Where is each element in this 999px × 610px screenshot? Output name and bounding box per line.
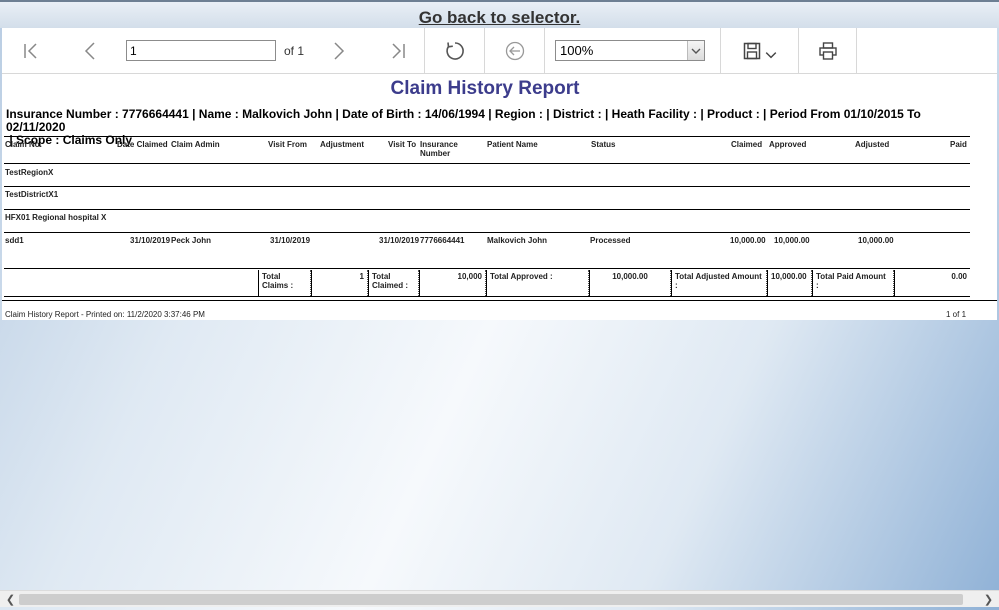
total-claims-value: 1 xyxy=(311,270,368,296)
row-patient-name: Malkovich John xyxy=(487,236,548,245)
zoom-select[interactable]: 100% xyxy=(555,40,705,61)
row-approved: 10,000.00 xyxy=(774,236,810,245)
back-group xyxy=(485,28,545,74)
group-rule-4 xyxy=(4,232,970,233)
total-paid-label: Total Paid Amount : xyxy=(812,270,894,296)
export-group xyxy=(721,28,799,74)
group-rule-3 xyxy=(4,209,970,210)
report-title: Claim History Report xyxy=(390,78,580,99)
column-visit-from: Visit From xyxy=(268,140,307,149)
top-bar: Go back to selector. xyxy=(0,0,999,28)
group-rule-1 xyxy=(4,163,970,164)
column-patient-name: Patient Name xyxy=(487,140,538,149)
column-adjusted: Adjusted xyxy=(855,140,890,149)
scroll-left-icon[interactable]: ❮ xyxy=(2,591,19,608)
group-rule-2 xyxy=(4,186,970,187)
last-page-icon[interactable] xyxy=(385,38,411,64)
refresh-group xyxy=(425,28,485,74)
group-region: TestRegionX xyxy=(5,168,54,177)
row-claimed: 10,000.00 xyxy=(730,236,766,245)
column-status: Status xyxy=(591,140,616,149)
total-adjusted-label: Total Adjusted Amount : xyxy=(671,270,767,296)
column-claim-no: Claim No. xyxy=(5,140,42,149)
chevron-down-icon[interactable] xyxy=(687,41,704,60)
footer-page-count: 1 of 1 xyxy=(946,310,967,319)
total-claimed-value: 10,000 xyxy=(419,270,486,296)
totals-bottom-rule xyxy=(4,296,970,297)
zoom-value: 100% xyxy=(560,43,594,58)
column-paid: Paid xyxy=(950,140,967,149)
page-number-input[interactable] xyxy=(126,40,276,61)
totals-row: Total Claims : 1 Total Claimed : 10,000 … xyxy=(258,270,970,296)
print-icon[interactable] xyxy=(815,38,841,64)
navigation-group: of 1 xyxy=(2,28,425,74)
total-approved-label: Total Approved : xyxy=(486,270,589,296)
horizontal-scrollbar[interactable]: ❮ ❯ xyxy=(0,590,999,607)
zoom-group: 100% xyxy=(545,28,721,74)
next-page-icon[interactable] xyxy=(326,38,352,64)
row-status: Processed xyxy=(590,236,631,245)
save-icon[interactable] xyxy=(739,38,765,64)
totals-top-rule xyxy=(4,268,970,269)
total-adjusted-value: 10,000.00 xyxy=(767,270,812,296)
viewer-toolbar: of 1 100% xyxy=(2,28,997,74)
group-district: TestDistrictX1 xyxy=(5,190,59,199)
row-claim-no: sdd1 xyxy=(5,236,24,245)
report-page: Claim History Report Insurance Number : … xyxy=(2,74,997,320)
group-facility: HFX01 Regional hospital X xyxy=(5,213,107,222)
column-adjustment: Adjustment xyxy=(320,140,364,149)
refresh-icon[interactable] xyxy=(442,38,468,64)
column-claimed: Claimed xyxy=(731,140,763,149)
total-claimed-label: Total Claimed : xyxy=(368,270,419,296)
row-claim-admin: Peck John xyxy=(171,236,212,245)
column-insurance-number: Insurance Number xyxy=(420,140,458,158)
row-visit-to: 31/10/2019 xyxy=(379,236,420,245)
back-icon[interactable] xyxy=(502,38,528,64)
save-options-chevron-icon[interactable] xyxy=(763,42,779,68)
row-adjusted: 10,000.00 xyxy=(858,236,894,245)
report-parameters-line-1: Insurance Number : 7776664441 | Name : M… xyxy=(6,107,921,134)
footer-rule xyxy=(2,300,997,301)
go-back-link[interactable]: Go back to selector. xyxy=(0,8,999,28)
total-paid-value: 0.00 xyxy=(894,270,970,296)
first-page-icon[interactable] xyxy=(18,38,44,64)
column-claim-admin: Claim Admin xyxy=(171,140,220,149)
header-top-rule xyxy=(4,136,970,137)
total-approved-value: 10,000.00 xyxy=(589,270,671,296)
column-approved: Approved xyxy=(769,140,807,149)
row-insurance-number: 7776664441 xyxy=(420,236,465,245)
print-group xyxy=(799,28,857,74)
report-viewer: of 1 100% xyxy=(2,28,997,320)
page-count-label: of 1 xyxy=(284,44,305,58)
column-visit-to: Visit To xyxy=(388,140,417,149)
column-date-claimed: Date Claimed xyxy=(117,140,168,149)
total-claims-label: Total Claims : xyxy=(258,270,311,296)
printed-on-text: Claim History Report - Printed on: 11/2/… xyxy=(5,310,205,319)
row-visit-from: 31/10/2019 xyxy=(270,236,311,245)
scroll-right-icon[interactable]: ❯ xyxy=(980,591,997,608)
previous-page-icon[interactable] xyxy=(77,38,103,64)
scrollbar-thumb[interactable] xyxy=(19,594,963,605)
row-date-claimed: 31/10/2019 xyxy=(130,236,171,245)
